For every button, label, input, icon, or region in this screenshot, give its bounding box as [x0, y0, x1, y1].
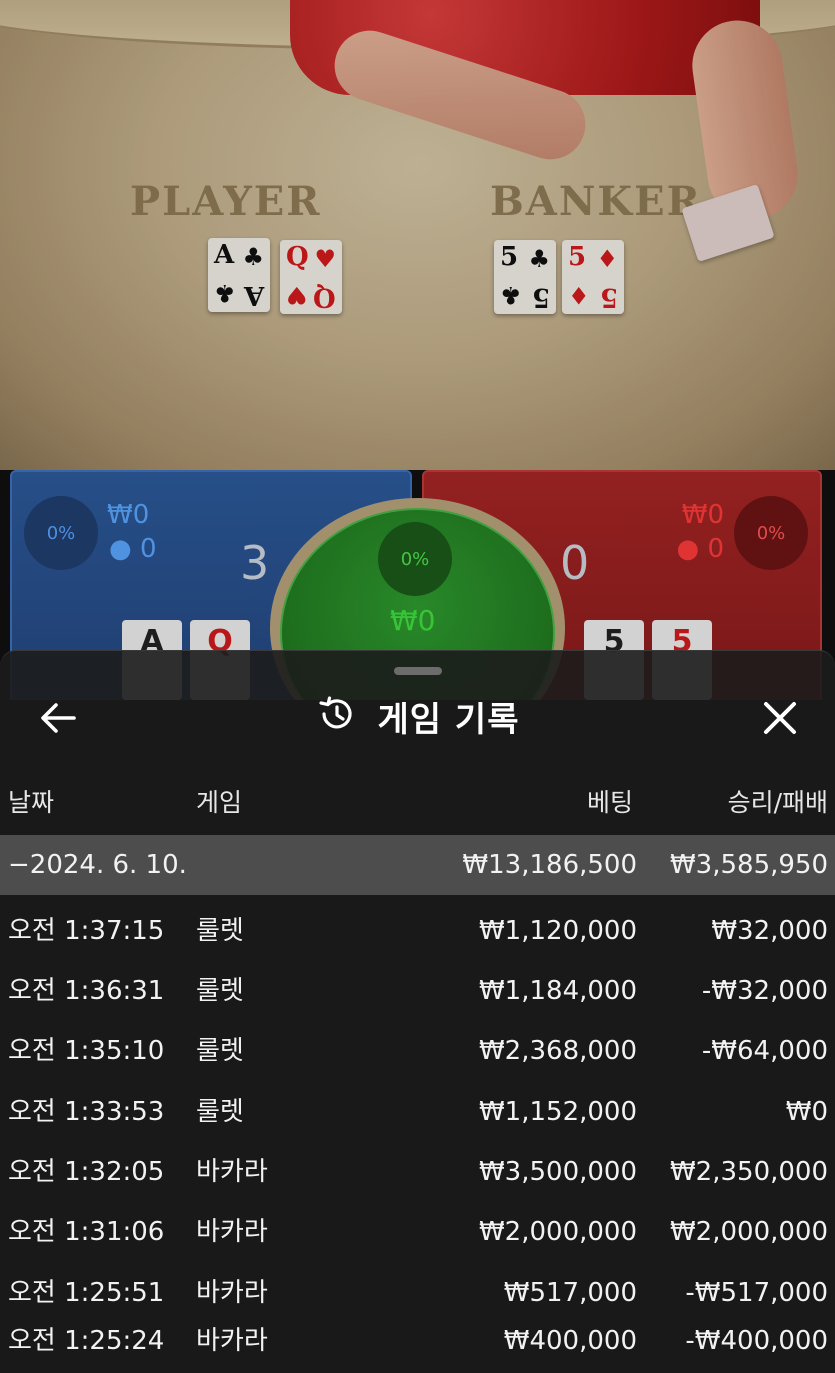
- row-game: 바카라: [196, 1326, 268, 1356]
- row-result: ₩2,000,000: [669, 1217, 828, 1247]
- back-button[interactable]: [34, 693, 84, 743]
- history-row[interactable]: 오전 1:37:15 룰렛 ₩1,120,000 ₩32,000: [0, 901, 835, 961]
- sheet-title-text: 게임 기록: [377, 699, 520, 740]
- row-game: 룰렛: [196, 1036, 244, 1066]
- row-time: 오전 1:37:15: [8, 916, 165, 946]
- row-bet: ₩1,120,000: [478, 916, 637, 946]
- history-row[interactable]: 오전 1:31:06 바카라 ₩2,000,000 ₩2,000,000: [0, 1202, 835, 1262]
- row-game: 룰렛: [196, 976, 244, 1006]
- row-time: 오전 1:35:10: [8, 1036, 165, 1066]
- row-result: ₩32,000: [711, 916, 828, 946]
- history-row[interactable]: 오전 1:35:10 룰렛 ₩2,368,000 -₩64,000: [0, 1021, 835, 1081]
- column-header-game: 게임: [196, 788, 243, 817]
- row-bet: ₩1,184,000: [478, 976, 637, 1006]
- column-header-result: 승리/패배: [727, 788, 828, 817]
- row-time: 오전 1:31:06: [8, 1217, 165, 1247]
- sheet-title: 게임 기록: [0, 681, 835, 751]
- row-bet: ₩3,500,000: [478, 1157, 637, 1187]
- row-game: 룰렛: [196, 916, 244, 946]
- game-history-sheet: 게임 기록 날짜 게임 베팅 승리/패배 −2024. 6. 10. ₩13,1…: [0, 650, 835, 1373]
- row-result: ₩2,350,000: [669, 1157, 828, 1187]
- row-result: ₩0: [785, 1097, 828, 1127]
- row-game: 룰렛: [196, 1097, 244, 1127]
- row-time: 오전 1:32:05: [8, 1157, 165, 1187]
- history-row[interactable]: 오전 1:33:53 룰렛 ₩1,152,000 ₩0: [0, 1082, 835, 1142]
- history-clock-icon: [316, 694, 356, 738]
- arrow-left-icon: [41, 703, 76, 733]
- group-result-total: ₩3,585,950: [669, 850, 828, 880]
- row-result: -₩32,000: [701, 976, 828, 1006]
- close-icon: [764, 702, 796, 734]
- drag-handle[interactable]: [394, 667, 442, 675]
- group-bet-total: ₩13,186,500: [462, 850, 637, 880]
- row-time: 오전 1:36:31: [8, 976, 165, 1006]
- column-header-date: 날짜: [8, 788, 55, 817]
- row-bet: ₩2,368,000: [478, 1036, 637, 1066]
- row-result: -₩400,000: [685, 1326, 828, 1356]
- history-row[interactable]: 오전 1:25:24 바카라 ₩400,000 -₩400,000: [0, 1311, 835, 1371]
- row-game: 바카라: [196, 1217, 268, 1247]
- row-bet: ₩2,000,000: [478, 1217, 637, 1247]
- row-time: 오전 1:33:53: [8, 1097, 165, 1127]
- group-date: −2024. 6. 10.: [8, 850, 187, 880]
- row-bet: ₩400,000: [503, 1326, 637, 1356]
- sheet-header: 게임 기록: [0, 681, 835, 751]
- row-time: 오전 1:25:24: [8, 1326, 165, 1356]
- date-group-row[interactable]: −2024. 6. 10. ₩13,186,500 ₩3,585,950: [0, 835, 835, 895]
- row-bet: ₩1,152,000: [478, 1097, 637, 1127]
- row-game: 바카라: [196, 1157, 268, 1187]
- history-row[interactable]: 오전 1:32:05 바카라 ₩3,500,000 ₩2,350,000: [0, 1142, 835, 1202]
- column-header-bet: 베팅: [586, 788, 633, 817]
- close-button[interactable]: [755, 693, 805, 743]
- row-result: -₩64,000: [701, 1036, 828, 1066]
- history-row[interactable]: 오전 1:36:31 룰렛 ₩1,184,000 -₩32,000: [0, 961, 835, 1021]
